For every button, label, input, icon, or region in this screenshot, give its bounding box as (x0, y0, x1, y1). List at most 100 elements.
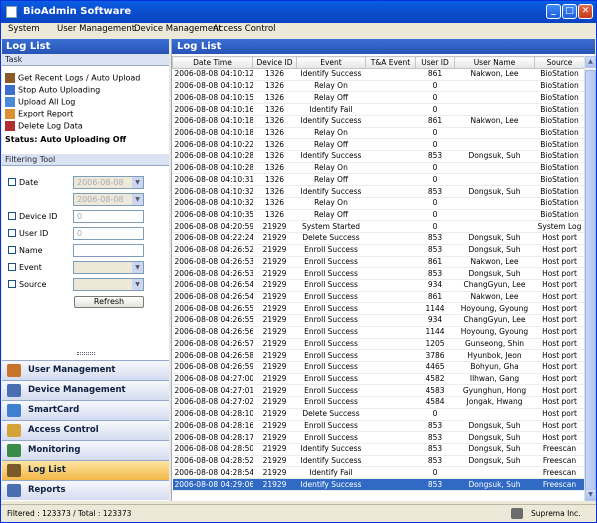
device-id-checkbox[interactable] (8, 212, 16, 220)
date-from-input[interactable]: 2006-08-08 ▼ (73, 176, 144, 189)
table-row[interactable]: 2006-08-08 04:26:55 21929 Enroll Success 93… (172, 314, 585, 327)
table-row[interactable]: 2006-08-08 04:28:54 21929 Identify Fail 0 Fr… (172, 466, 585, 480)
table-row[interactable]: 2006-08-08 04:10:31 1326 Relay Off 0 BioStat… (172, 173, 585, 187)
table-row[interactable]: 2006-08-08 04:26:53 21929 Enroll Success 86… (172, 256, 585, 269)
name-input[interactable] (73, 244, 144, 257)
nav-smartcard[interactable]: SmartCard (2, 400, 169, 420)
table-cell: BioStation (534, 209, 585, 222)
table-row[interactable]: 2006-08-08 04:28:16 21929 Enroll Success 85… (172, 420, 585, 433)
table-cell: Host port (534, 291, 585, 304)
scroll-down-icon[interactable]: ▼ (585, 489, 596, 501)
table-row[interactable]: 2006-08-08 04:26:56 21929 Enroll Success 11… (172, 326, 585, 339)
table-row[interactable]: 2006-08-08 04:10:28 1326 Identify Success 8… (172, 150, 585, 163)
table-row[interactable]: 2006-08-08 04:28:50 21929 Identify Success… (172, 443, 585, 456)
table-row[interactable]: 2006-08-08 04:26:57 21929 Enroll Success 12… (172, 338, 585, 351)
nav-monitoring[interactable]: Monitoring (2, 440, 169, 460)
splitter-grip[interactable] (77, 352, 95, 355)
column-header-ta-event[interactable]: T&A Event (365, 56, 416, 69)
date-to-input[interactable]: 2006-08-08 ▼ (73, 193, 144, 206)
table-row[interactable]: 2006-08-08 04:28:52 21929 Identify Success… (172, 455, 585, 468)
table-row[interactable]: 2006-08-08 04:10:32 1326 Identify Success 8… (172, 185, 585, 198)
menu-device-management[interactable]: Device Management (134, 24, 222, 34)
task-delete-log-data[interactable]: Delete Log Data (5, 121, 83, 131)
table-row[interactable]: 2006-08-08 04:27:02 21929 Enroll Success 45… (172, 396, 585, 409)
table-cell: Host port (534, 244, 585, 257)
close-button[interactable]: ✕ (578, 4, 593, 19)
task-upload-all-log[interactable]: Upload All Log (5, 97, 75, 107)
menu-user-management[interactable]: User Management (57, 24, 135, 34)
table-row[interactable]: 2006-08-08 04:22:24 21929 Delete Success 85… (172, 232, 585, 245)
table-row[interactable]: 2006-08-08 04:27:01 21929 Enroll Success 45… (172, 384, 585, 398)
table-row[interactable]: 2006-08-08 04:26:55 21929 Enroll Success 11… (172, 302, 585, 316)
source-select[interactable]: ▼ (73, 278, 144, 291)
table-row[interactable]: 2006-08-08 04:26:59 21929 Enroll Success 44… (172, 361, 585, 374)
table-row[interactable]: 2006-08-08 04:10:16 1326 Identify Fail 0 Bio… (172, 103, 585, 116)
table-row[interactable]: 2006-08-08 04:10:18 1326 Relay On 0 BioStati… (172, 127, 585, 140)
user-id-filter[interactable]: User ID (8, 229, 48, 238)
column-header-user-id[interactable]: User ID (415, 56, 455, 69)
menu-access-control[interactable]: Access Control (213, 24, 276, 34)
date-filter[interactable]: Date (8, 178, 38, 187)
task-stop-auto-uploading[interactable]: Stop Auto Uploading (5, 85, 100, 95)
user-id-checkbox[interactable] (8, 229, 16, 237)
nav-log-list[interactable]: Log List (2, 460, 169, 480)
table-row[interactable]: 2006-08-08 04:10:12 1326 Relay On 0 BioStati… (172, 80, 585, 93)
table-row[interactable]: 2006-08-08 04:10:15 1326 Relay Off 0 BioStat… (172, 91, 585, 105)
column-header-event[interactable]: Event (296, 56, 366, 69)
table-cell (454, 138, 535, 152)
name-filter[interactable]: Name (8, 246, 43, 255)
table-row[interactable]: 2006-08-08 04:10:12 1326 Identify Success 8… (172, 68, 585, 81)
table-cell: 2006-08-08 04:26:54 (172, 291, 253, 304)
table-row[interactable]: 2006-08-08 04:10:35 1326 Relay Off 0 BioStat… (172, 209, 585, 222)
task-get-recent-logs[interactable]: Get Recent Logs / Auto Upload (5, 73, 140, 83)
column-header-user-name[interactable]: User Name (454, 56, 535, 69)
device-id-filter[interactable]: Device ID (8, 212, 57, 221)
table-row[interactable]: 2006-08-08 04:26:54 21929 Enroll Success 86… (172, 291, 585, 304)
refresh-button[interactable]: Refresh (74, 296, 144, 308)
vertical-scrollbar[interactable]: ▲ ▼ (584, 56, 596, 501)
event-filter[interactable]: Event (8, 263, 42, 272)
table-cell: 4583 (415, 384, 455, 398)
nav-device-management[interactable]: Device Management (2, 380, 169, 400)
nav-access-control[interactable]: Access Control (2, 420, 169, 440)
download-icon (5, 73, 15, 83)
table-row[interactable]: 2006-08-08 04:10:18 1326 Identify Success 8… (172, 115, 585, 128)
table-row[interactable]: 2006-08-08 04:26:52 21929 Enroll Success 85… (172, 244, 585, 257)
table-row[interactable]: 2006-08-08 04:10:22 1326 Relay Off 0 BioStat… (172, 138, 585, 152)
table-row[interactable]: 2006-08-08 04:27:00 21929 Enroll Success 45… (172, 373, 585, 386)
table-row[interactable]: 2006-08-08 04:29:06 21929 Identify Success… (172, 478, 585, 491)
event-select[interactable]: ▼ (73, 261, 144, 274)
minimize-button[interactable]: _ (546, 4, 561, 19)
table-row[interactable]: 2006-08-08 04:10:28 1326 Relay On 0 BioStati… (172, 162, 585, 175)
source-filter[interactable]: Source (8, 280, 46, 289)
table-row[interactable]: 2006-08-08 04:28:17 21929 Enroll Success 85… (172, 431, 585, 444)
column-header-date-time[interactable]: Date Time (172, 56, 253, 69)
event-checkbox[interactable] (8, 263, 16, 271)
menu-system[interactable]: System (8, 24, 40, 34)
chevron-down-icon[interactable]: ▼ (132, 177, 143, 188)
title-bar[interactable]: BioAdmin Software _ □ ✕ (1, 1, 596, 23)
nav-reports[interactable]: Reports (2, 480, 169, 500)
nav-user-management[interactable]: User Management (2, 360, 169, 380)
scroll-up-icon[interactable]: ▲ (585, 56, 596, 68)
chevron-down-icon[interactable]: ▼ (132, 279, 143, 290)
column-header-source[interactable]: Source (534, 56, 585, 69)
scroll-thumb[interactable] (585, 70, 596, 490)
date-checkbox[interactable] (8, 178, 16, 186)
table-row[interactable]: 2006-08-08 04:26:54 21929 Enroll Success 93… (172, 279, 585, 292)
device-id-input[interactable]: 0 (73, 210, 144, 223)
chevron-down-icon[interactable]: ▼ (132, 194, 143, 205)
column-header-device-id[interactable]: Device ID (252, 56, 297, 69)
table-row[interactable]: 2006-08-08 04:10:32 1326 Relay On 0 BioStati… (172, 197, 585, 210)
user-id-input[interactable]: 0 (73, 227, 144, 240)
table-row[interactable]: 2006-08-08 04:28:10 21929 Delete Success 0 H… (172, 408, 585, 421)
table-row[interactable]: 2006-08-08 04:26:53 21929 Enroll Success 85… (172, 267, 585, 280)
table-cell: 2006-08-08 04:26:58 (172, 349, 253, 362)
source-checkbox[interactable] (8, 280, 16, 288)
chevron-down-icon[interactable]: ▼ (132, 262, 143, 273)
name-checkbox[interactable] (8, 246, 16, 254)
table-row[interactable]: 2006-08-08 04:20:59 21929 System Started 0 S… (172, 220, 585, 234)
maximize-button[interactable]: □ (562, 4, 577, 19)
table-row[interactable]: 2006-08-08 04:26:58 21929 Enroll Success 37… (172, 349, 585, 362)
task-export-report[interactable]: Export Report (5, 109, 73, 119)
